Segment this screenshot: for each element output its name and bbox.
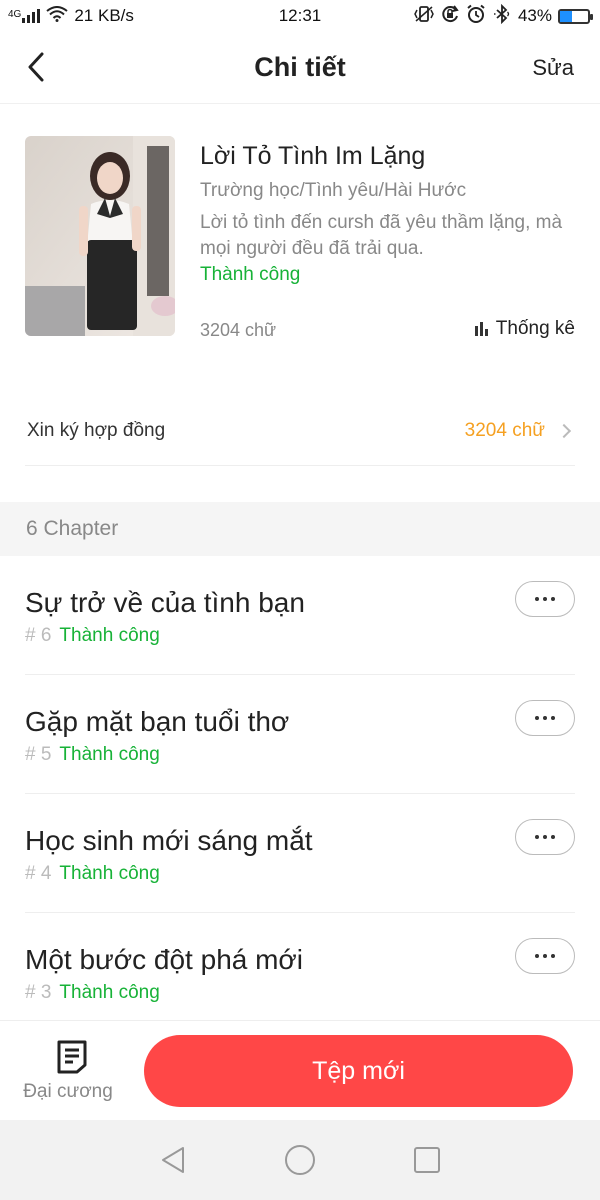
- chevron-left-icon: [28, 52, 44, 82]
- more-options-button[interactable]: [515, 819, 575, 855]
- story-cover-image[interactable]: [25, 136, 175, 336]
- bottom-action-bar: Đại cương Tệp mới: [0, 1020, 600, 1120]
- chapter-meta: # 6 Thành công: [25, 625, 160, 647]
- status-left: 4G 21 KB/s: [8, 5, 134, 27]
- chapter-status: Thành công: [59, 744, 160, 765]
- chapter-meta: # 4 Thành công: [25, 863, 160, 885]
- more-options-button[interactable]: [515, 700, 575, 736]
- chapter-status: Thành công: [59, 863, 160, 884]
- edit-button[interactable]: Sửa: [532, 55, 574, 81]
- list-item[interactable]: Học sinh mới sáng mắt # 4 Thành công: [25, 794, 575, 913]
- story-detail-screen: 4G 21 KB/s 12:31 43% Chi tiết Sửa Lời Tỏ…: [0, 0, 600, 1200]
- status-bar: 4G 21 KB/s 12:31 43%: [0, 0, 600, 32]
- contract-right: 3204 chữ: [465, 420, 575, 442]
- battery-percent: 43%: [517, 6, 552, 25]
- app-header: Chi tiết Sửa: [0, 32, 600, 104]
- chapter-title: Sự trở về của tình bạn: [25, 587, 305, 618]
- story-genre: Trường học/Tình yêu/Hài Hước: [200, 180, 467, 201]
- contract-label: Xin ký hợp đồng: [27, 419, 166, 441]
- story-description: Lời tỏ tình đến cursh đã yêu thầm lặng, …: [200, 212, 563, 259]
- outline-button[interactable]: Đại cương: [22, 1039, 122, 1109]
- chapter-number: # 6: [25, 625, 52, 646]
- back-button[interactable]: [22, 50, 52, 84]
- story-title: Lời Tỏ Tình Im Lặng: [200, 142, 426, 170]
- list-item[interactable]: Sự trở về của tình bạn # 6 Thành công: [25, 556, 575, 675]
- outline-label: Đại cương: [23, 1081, 113, 1102]
- battery-level: [560, 10, 573, 22]
- chapter-meta: # 3 Thành công: [25, 982, 160, 1004]
- wifi-icon: [46, 5, 68, 27]
- chevron-right-icon: [556, 423, 572, 438]
- triangle-back-icon: [161, 1147, 184, 1173]
- story-status: Thành công: [200, 264, 301, 285]
- nav-home-button[interactable]: [284, 1144, 316, 1176]
- statistics-button[interactable]: Thống kê: [474, 318, 575, 340]
- chapter-meta: # 5 Thành công: [25, 744, 160, 766]
- story-word-count: 3204 chữ: [200, 320, 277, 340]
- chapter-status: Thành công: [59, 982, 160, 1003]
- chapter-number: # 3: [25, 982, 52, 1003]
- list-item[interactable]: Một bước đột phá mới # 3 Thành công: [25, 913, 575, 1032]
- alarm-icon: [466, 4, 486, 29]
- more-options-button[interactable]: [515, 581, 575, 617]
- battery-icon: [558, 8, 593, 24]
- statistics-label: Thống kê: [495, 318, 575, 339]
- chapter-title: Một bước đột phá mới: [25, 944, 304, 975]
- nav-back-button[interactable]: [159, 1145, 187, 1175]
- more-options-button[interactable]: [515, 938, 575, 974]
- chapter-title: Học sinh mới sáng mắt: [25, 825, 313, 856]
- network-speed: 21 KB/s: [74, 6, 134, 25]
- chapter-count-header: 6 Chapter: [0, 502, 600, 556]
- rotation-lock-icon: [440, 4, 460, 29]
- status-right: 43%: [414, 3, 593, 29]
- circle-home-icon: [284, 1145, 315, 1175]
- chapter-number: # 5: [25, 744, 52, 765]
- network-type: 4G: [8, 9, 22, 20]
- square-recents-icon: [414, 1147, 441, 1173]
- new-file-button[interactable]: Tệp mới: [144, 1035, 573, 1107]
- nav-recents-button[interactable]: [413, 1146, 441, 1174]
- system-navigation-bar: [0, 1120, 600, 1200]
- contract-row[interactable]: Xin ký hợp đồng 3204 chữ: [25, 396, 575, 466]
- signal-icon: 4G: [8, 9, 41, 23]
- document-icon: [57, 1040, 87, 1074]
- contract-value: 3204 chữ: [464, 419, 545, 441]
- page-title: Chi tiết: [254, 52, 346, 82]
- chapter-title: Gặp mặt bạn tuổi thơ: [25, 706, 290, 737]
- story-info: Lời Tỏ Tình Im Lặng Trường học/Tình yêu/…: [25, 136, 575, 341]
- chapter-status: Thành công: [59, 625, 160, 646]
- bluetooth-icon: [492, 3, 512, 29]
- bar-chart-icon: [474, 322, 488, 336]
- vibrate-icon: [414, 5, 434, 28]
- chapter-list: Sự trở về của tình bạn # 6 Thành công Gặ…: [25, 556, 575, 1032]
- chapter-number: # 4: [25, 863, 52, 884]
- list-item[interactable]: Gặp mặt bạn tuổi thơ # 5 Thành công: [25, 675, 575, 794]
